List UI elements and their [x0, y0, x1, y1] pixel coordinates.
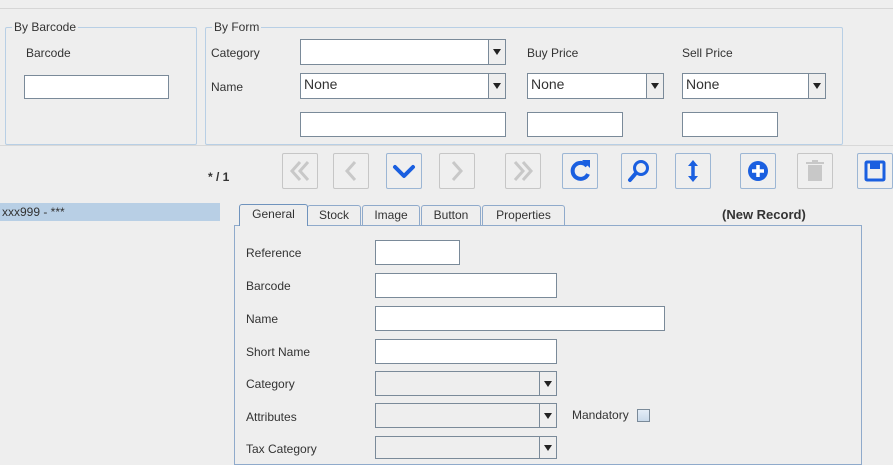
- save-record-button[interactable]: [857, 153, 893, 189]
- add-icon: [748, 161, 768, 181]
- chevron-down-icon[interactable]: [808, 74, 825, 98]
- short-name-label: Short Name: [246, 345, 311, 359]
- first-record-button[interactable]: [282, 153, 318, 189]
- tab-general[interactable]: General: [239, 204, 308, 226]
- buy-price-label: Buy Price: [527, 46, 579, 60]
- chevron-down-icon[interactable]: [646, 74, 663, 98]
- chevron-down-icon[interactable]: [488, 74, 505, 98]
- attributes-select[interactable]: [375, 403, 557, 428]
- list-item-label: xxx999 - ***: [2, 205, 65, 219]
- filter-separator: [0, 145, 893, 146]
- delete-icon: [806, 160, 824, 181]
- search-icon: [628, 160, 649, 182]
- new-record-button[interactable]: [740, 153, 776, 189]
- sell-price-input[interactable]: [682, 112, 778, 137]
- category-filter-select[interactable]: [300, 39, 506, 65]
- buy-price-input[interactable]: [527, 112, 623, 137]
- reload-icon: [570, 160, 590, 181]
- reference-input[interactable]: [375, 240, 460, 265]
- barcode-search-input[interactable]: [24, 75, 169, 99]
- attributes-label: Attributes: [246, 410, 297, 424]
- last-record-button[interactable]: [505, 153, 541, 189]
- barcode-field-label: Barcode: [246, 279, 291, 293]
- mandatory-label: Mandatory: [572, 408, 629, 422]
- tab-image[interactable]: Image: [362, 205, 420, 225]
- delete-record-button[interactable]: [797, 153, 833, 189]
- chevron-down-icon[interactable]: [539, 404, 556, 427]
- first-icon: [289, 161, 310, 181]
- tab-properties[interactable]: Properties: [482, 205, 565, 225]
- reference-label: Reference: [246, 246, 302, 260]
- barcode-label: Barcode: [26, 46, 71, 60]
- save-icon: [864, 160, 886, 182]
- by-form-legend: By Form: [212, 20, 262, 34]
- previous-icon: [344, 161, 357, 181]
- next-icon: [451, 161, 464, 181]
- buy-price-operator-select[interactable]: None: [527, 73, 664, 99]
- short-name-input[interactable]: [375, 339, 557, 364]
- list-item[interactable]: xxx999 - ***: [0, 203, 220, 221]
- next-record-button[interactable]: [439, 153, 475, 189]
- tab-stock[interactable]: Stock: [307, 205, 361, 225]
- chevron-down-icon[interactable]: [539, 372, 556, 395]
- name-filter-input[interactable]: [300, 112, 506, 137]
- sell-price-label: Sell Price: [682, 46, 733, 60]
- chevron-down-icon[interactable]: [488, 40, 505, 64]
- previous-record-button[interactable]: [333, 153, 369, 189]
- record-list: [0, 202, 220, 459]
- top-divider: [0, 8, 893, 9]
- tab-button[interactable]: Button: [421, 205, 481, 225]
- category-filter-label: Category: [211, 46, 260, 60]
- record-counter: * / 1: [208, 170, 230, 184]
- last-icon: [513, 161, 534, 181]
- search-button[interactable]: [621, 153, 657, 189]
- sort-button[interactable]: [675, 153, 711, 189]
- chevron-down-icon[interactable]: [539, 437, 556, 458]
- tax-category-select[interactable]: [375, 436, 557, 459]
- browse-records-button[interactable]: [386, 153, 422, 189]
- barcode-field-input[interactable]: [375, 273, 557, 298]
- name-field-input[interactable]: [375, 306, 665, 331]
- by-barcode-legend: By Barcode: [12, 20, 79, 34]
- record-status: (New Record): [722, 207, 806, 222]
- category-field-label: Category: [246, 377, 295, 391]
- mandatory-checkbox[interactable]: [637, 409, 650, 422]
- chevron-down-icon: [393, 165, 415, 178]
- sort-icon: [688, 160, 698, 182]
- sell-price-operator-select[interactable]: None: [682, 73, 826, 99]
- reload-button[interactable]: [562, 153, 598, 189]
- name-filter-label: Name: [211, 80, 244, 94]
- name-operator-select[interactable]: None: [300, 73, 506, 99]
- tax-category-label: Tax Category: [246, 442, 317, 456]
- category-field-select[interactable]: [375, 371, 557, 396]
- name-field-label: Name: [246, 312, 279, 326]
